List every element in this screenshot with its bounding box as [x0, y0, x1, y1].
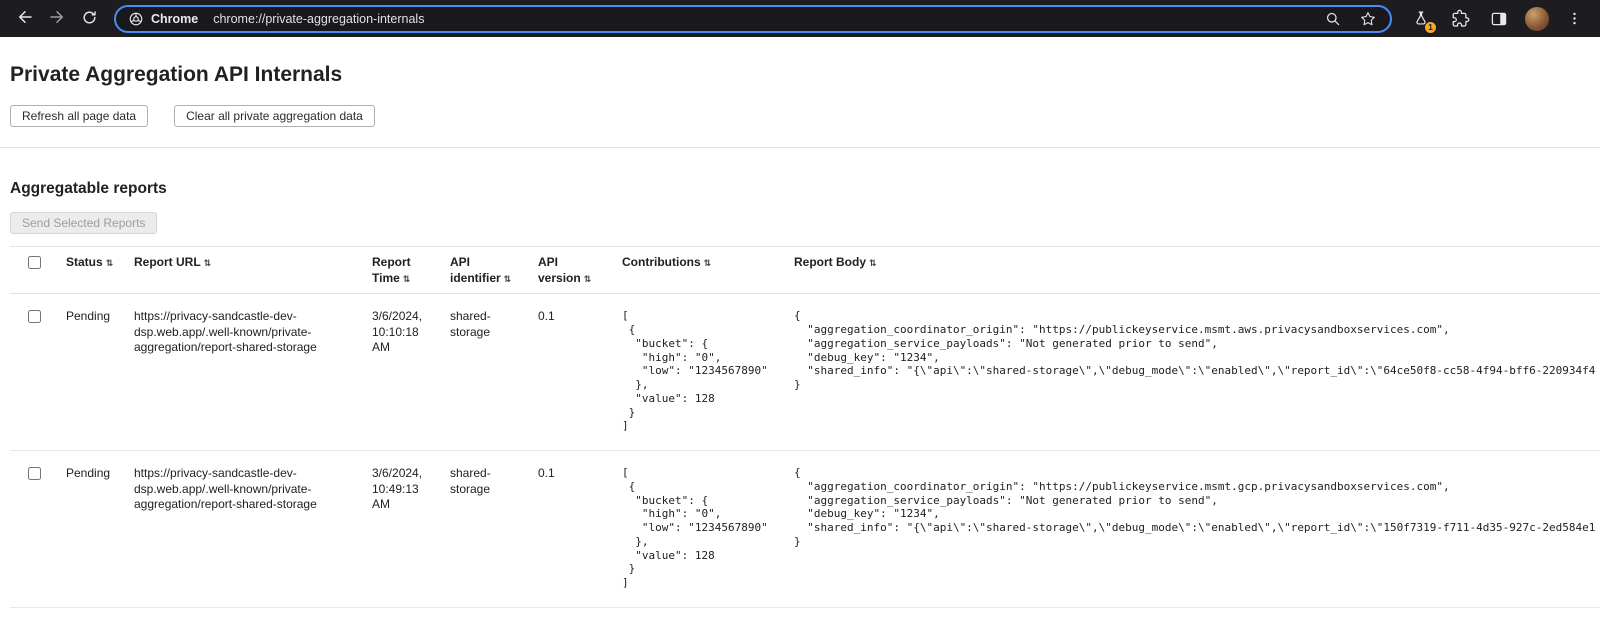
row-checkbox[interactable] [28, 310, 41, 323]
back-arrow-icon [16, 8, 34, 29]
sort-icon: ⇅ [403, 275, 411, 285]
header-report-time[interactable]: Report Time⇅ [364, 247, 442, 294]
page-actions: Refresh all page data Clear all private … [10, 105, 1600, 127]
api-version-cell: 0.1 [530, 294, 614, 451]
report-body-json: { "aggregation_coordinator_origin": "htt… [794, 309, 1592, 392]
status-cell: Pending [58, 451, 126, 608]
header-contributions[interactable]: Contributions⇅ [614, 247, 786, 294]
report-url-cell: https://privacy-sandcastle-dev-dsp.web.a… [126, 294, 364, 451]
header-label: Report URL [134, 255, 201, 269]
menu-kebab-icon[interactable] [1562, 7, 1586, 31]
toolbar-right-cluster: 1 [1406, 6, 1590, 32]
forward-button[interactable] [42, 4, 72, 34]
report-body-json: { "aggregation_coordinator_origin": "htt… [794, 466, 1592, 549]
address-bar[interactable]: Chrome chrome://private-aggregation-inte… [114, 5, 1392, 33]
contributions-cell: [ { "bucket": { "high": "0", "low": "123… [614, 294, 786, 451]
browser-toolbar: Chrome chrome://private-aggregation-inte… [0, 0, 1600, 37]
clear-all-button[interactable]: Clear all private aggregation data [174, 105, 375, 127]
table-row: Pending https://privacy-sandcastle-dev-d… [10, 451, 1600, 608]
header-api-identifier[interactable]: API identifier⇅ [442, 247, 530, 294]
reports-toolbar: Send Selected Reports [10, 212, 1600, 234]
select-all-cell [10, 247, 58, 294]
api-identifier-cell: shared-storage [442, 294, 530, 451]
row-checkbox[interactable] [28, 467, 41, 480]
send-selected-reports-button[interactable]: Send Selected Reports [10, 212, 157, 234]
api-identifier-cell: shared-storage [442, 451, 530, 608]
table-header-row: Status⇅ Report URL⇅ Report Time⇅ API ide… [10, 247, 1600, 294]
page-content: Private Aggregation API Internals Refres… [0, 37, 1600, 127]
bookmark-star-icon[interactable] [1356, 7, 1380, 31]
header-label: Status [66, 255, 103, 269]
reload-button[interactable] [74, 4, 104, 34]
sort-icon: ⇅ [106, 259, 114, 269]
header-status[interactable]: Status⇅ [58, 247, 126, 294]
contributions-json: [ { "bucket": { "high": "0", "low": "123… [622, 309, 778, 433]
extensions-puzzle-icon[interactable] [1447, 6, 1473, 32]
section-title: Aggregatable reports [10, 180, 1600, 198]
header-api-version[interactable]: API version⇅ [530, 247, 614, 294]
contributions-json: [ { "bucket": { "high": "0", "low": "123… [622, 466, 778, 590]
contributions-cell: [ { "bucket": { "high": "0", "low": "123… [614, 451, 786, 608]
forward-arrow-icon [48, 8, 66, 29]
report-time-cell: 3/6/2024, 10:10:18 AM [364, 294, 442, 451]
notification-badge: 1 [1424, 21, 1437, 34]
sort-icon: ⇅ [704, 259, 712, 269]
search-icon[interactable] [1320, 7, 1344, 31]
header-label: API version [538, 255, 581, 285]
sort-icon: ⇅ [869, 259, 877, 269]
sort-icon: ⇅ [504, 275, 512, 285]
header-label: API identifier [450, 255, 501, 285]
sort-icon: ⇅ [584, 275, 592, 285]
flask-icon[interactable]: 1 [1408, 6, 1434, 32]
reports-section: Aggregatable reports Send Selected Repor… [0, 148, 1600, 608]
report-body-cell: { "aggregation_coordinator_origin": "htt… [786, 294, 1600, 451]
chrome-logo-icon [128, 11, 144, 27]
report-url-cell: https://privacy-sandcastle-dev-dsp.web.a… [126, 451, 364, 608]
side-panel-icon[interactable] [1486, 6, 1512, 32]
status-cell: Pending [58, 294, 126, 451]
header-label: Report Body [794, 255, 866, 269]
header-report-url[interactable]: Report URL⇅ [126, 247, 364, 294]
table-row: Pending https://privacy-sandcastle-dev-d… [10, 294, 1600, 451]
reports-table: Status⇅ Report URL⇅ Report Time⇅ API ide… [10, 246, 1600, 608]
url-text: chrome://private-aggregation-internals [213, 12, 1313, 26]
page-title: Private Aggregation API Internals [10, 63, 1600, 87]
api-version-cell: 0.1 [530, 451, 614, 608]
row-checkbox-cell [10, 294, 58, 451]
row-checkbox-cell [10, 451, 58, 608]
profile-avatar[interactable] [1525, 7, 1549, 31]
report-body-cell: { "aggregation_coordinator_origin": "htt… [786, 451, 1600, 608]
back-button[interactable] [10, 4, 40, 34]
header-label: Contributions [622, 255, 701, 269]
select-all-checkbox[interactable] [28, 256, 41, 269]
chrome-chip-label: Chrome [151, 12, 198, 26]
sort-icon: ⇅ [204, 259, 212, 269]
report-time-cell: 3/6/2024, 10:49:13 AM [364, 451, 442, 608]
header-report-body[interactable]: Report Body⇅ [786, 247, 1600, 294]
reload-icon [81, 9, 98, 29]
refresh-all-button[interactable]: Refresh all page data [10, 105, 148, 127]
